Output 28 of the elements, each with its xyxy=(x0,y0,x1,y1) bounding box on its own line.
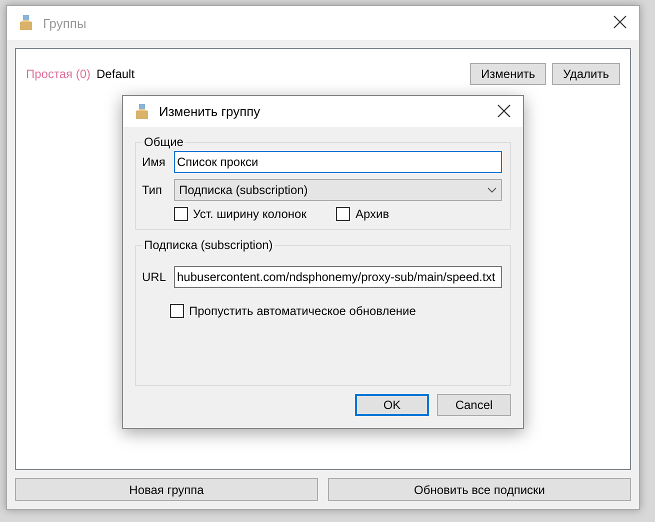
close-icon xyxy=(497,104,511,118)
group-action-button[interactable]: Удалить xyxy=(552,63,620,85)
chevron-icon xyxy=(487,187,497,193)
field-label: URL xyxy=(142,270,168,284)
close-button[interactable] xyxy=(613,15,629,31)
url-field[interactable]: hubusercontent.com/ndsphonemy/proxy-sub/main/speed.txt xyxy=(174,266,502,288)
group-action-button[interactable]: Изменить xyxy=(470,63,546,85)
group-legend: Общие xyxy=(142,135,186,149)
type-dropdown[interactable]: Подписка (subscription) xyxy=(174,179,502,201)
dialog-button[interactable]: Cancel xyxy=(437,394,511,416)
dialog-button[interactable]: OK xyxy=(355,394,429,416)
name-field[interactable]: Список прокси xyxy=(174,151,502,173)
checkbox[interactable]: Пропустить автоматическое обновление xyxy=(170,304,416,318)
package-icon xyxy=(17,14,35,32)
dialog-title: Изменить группу xyxy=(159,104,262,119)
close-button[interactable] xyxy=(497,104,513,120)
footer-button[interactable]: Новая группа xyxy=(15,478,318,501)
package-icon xyxy=(133,102,151,120)
checkbox[interactable]: Уст. ширину колонок xyxy=(174,207,306,221)
group-name: Default xyxy=(96,67,136,81)
group-legend: Подписка (subscription) xyxy=(142,238,275,252)
field-label: Тип xyxy=(142,183,164,197)
checkbox[interactable]: Архив xyxy=(336,207,390,221)
close-icon xyxy=(613,15,627,29)
group-type: Простая (0) xyxy=(26,67,91,81)
footer-button[interactable]: Обновить все подписки xyxy=(328,478,631,501)
field-label: Имя xyxy=(142,155,166,169)
window-title: Группы xyxy=(43,16,88,30)
